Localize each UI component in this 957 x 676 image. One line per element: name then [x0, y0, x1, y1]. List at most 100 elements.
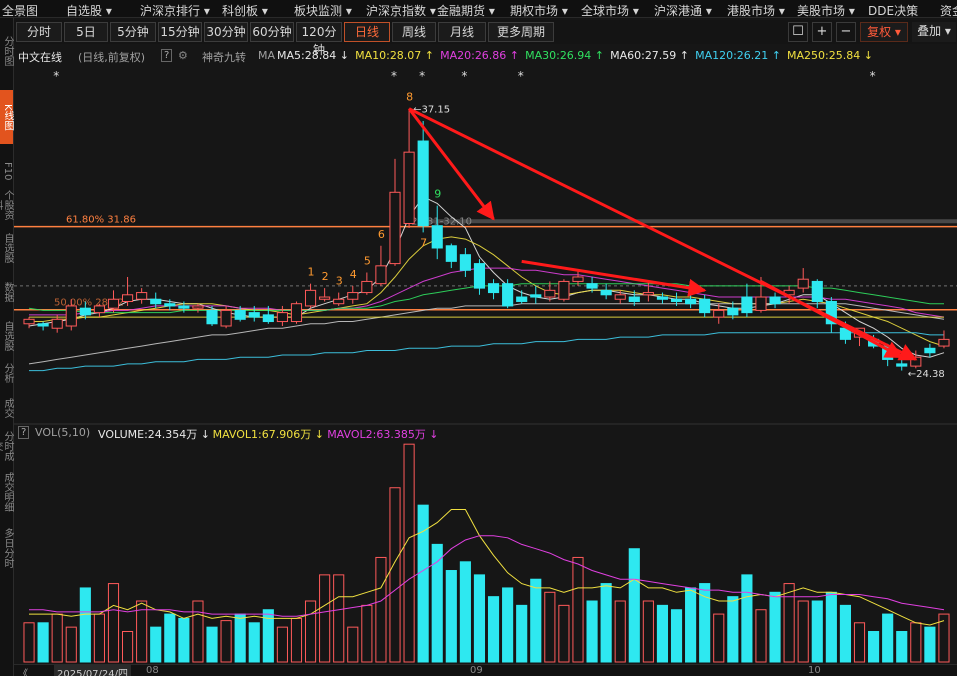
ma-label: MA	[258, 49, 276, 62]
period-tab-0[interactable]: 分时	[16, 22, 62, 42]
low-price-label: ←24.38	[908, 369, 945, 380]
period-tab-4[interactable]: 30分钟	[204, 22, 248, 42]
candle-body	[304, 289, 317, 307]
volume-bar	[670, 609, 683, 663]
period-tab-7[interactable]: 日线	[344, 22, 390, 42]
menu-item-7[interactable]: 期权市场 ▾	[510, 2, 568, 17]
ma-value-4: MA60:27.59 ↑	[610, 49, 690, 62]
volume-bar	[164, 613, 176, 663]
menu-item-2[interactable]: 沪深京排行 ▾	[140, 2, 210, 17]
left-tab-3[interactable]: 个股资料	[0, 186, 13, 224]
cursor-date: 2025/07/24/四	[54, 665, 132, 676]
menu-item-9[interactable]: 沪深港通 ▾	[654, 2, 712, 17]
gear-icon[interactable]: ⚙	[178, 49, 188, 62]
zoom-in-icon[interactable]: +	[812, 22, 832, 42]
volume-bar	[487, 596, 500, 663]
left-tab-10[interactable]: 成交明细	[0, 470, 13, 514]
volume-bar	[572, 556, 584, 663]
menu-item-11[interactable]: 美股市场 ▾	[797, 2, 855, 17]
left-tab-7[interactable]: 分析	[0, 358, 13, 388]
candle-body	[530, 294, 542, 298]
period-tab-9[interactable]: 月线	[438, 22, 486, 42]
volume-bar	[445, 570, 457, 663]
square-icon[interactable]: ☐	[788, 22, 808, 42]
volume-bar	[403, 443, 415, 663]
volume-bar	[516, 604, 528, 663]
overlay-dropdown[interactable]: 叠加 ▾	[912, 22, 956, 42]
period-tab-6[interactable]: 120分钟	[296, 22, 342, 57]
help-icon[interactable]: ?	[161, 49, 173, 62]
volume-bar	[896, 631, 908, 663]
kline-chart[interactable]: 61.80% 31.8650.00% 28.9229.31-32.101 2 345…	[14, 62, 957, 664]
period-tab-10[interactable]: 更多周期	[488, 22, 554, 42]
left-tab-9[interactable]: 分时成交	[0, 428, 13, 464]
volume-bar	[206, 626, 218, 663]
volume-bar	[628, 548, 640, 663]
candle-body	[192, 305, 204, 309]
candle-body	[459, 254, 471, 271]
candle-body	[896, 363, 908, 367]
candle-body	[333, 298, 345, 305]
menu-item-12[interactable]: DDE决策	[868, 2, 918, 17]
left-tab-0[interactable]: 分时图	[0, 22, 13, 80]
ma-line-MA120	[29, 332, 944, 372]
volume-bar	[600, 583, 612, 663]
nine-turn-number: 9	[434, 188, 441, 201]
left-tab-11[interactable]: 多日分时	[0, 518, 13, 578]
candle-body	[290, 303, 303, 323]
ma-line-MA10	[29, 236, 945, 347]
volume-bar	[783, 583, 795, 663]
period-tab-2[interactable]: 5分钟	[110, 22, 156, 42]
ma-value-0: MA5:28.84 ↓	[277, 49, 349, 62]
menu-item-4[interactable]: 板块监测 ▾	[294, 2, 352, 17]
menu-item-5[interactable]: 沪深京指数 ▾	[366, 2, 436, 17]
volume-bar	[741, 574, 753, 663]
volume-bar	[93, 613, 105, 663]
left-tab-5[interactable]: 数据	[0, 272, 13, 312]
period-tab-1[interactable]: 5日	[64, 22, 108, 42]
menu-item-3[interactable]: 科创板 ▾	[222, 2, 268, 17]
candle-body	[656, 296, 669, 300]
period-tab-5[interactable]: 60分钟	[250, 22, 294, 42]
menu-item-0[interactable]: 全景图	[2, 2, 38, 17]
volume-bar	[79, 587, 91, 663]
volume-bar	[23, 622, 35, 663]
candle-body	[670, 298, 683, 302]
period-tab-8[interactable]: 周线	[392, 22, 436, 42]
menu-item-1[interactable]: 自选股 ▾	[66, 2, 112, 17]
candle-body	[417, 140, 429, 227]
candle-body	[544, 289, 556, 298]
left-tab-6[interactable]: 自选股	[0, 318, 13, 354]
scroll-left-icon[interactable]: 《	[18, 665, 28, 676]
candle-body	[403, 151, 415, 224]
volume-bar	[150, 626, 162, 663]
fuquan-dropdown[interactable]: 复权 ▾	[860, 22, 908, 42]
volume-bar	[614, 600, 626, 663]
candle-body	[600, 289, 612, 296]
volume-bar	[122, 631, 134, 663]
month-08: 08	[146, 665, 159, 676]
menu-item-8[interactable]: 全球市场 ▾	[581, 2, 639, 17]
left-tab-4[interactable]: 自选股	[0, 228, 13, 268]
candle-body	[276, 312, 288, 323]
ma-value-1: MA10:28.07 ↑	[355, 49, 435, 62]
menu-item-10[interactable]: 港股市场 ▾	[727, 2, 785, 17]
candle-body	[79, 307, 91, 316]
period-tab-3[interactable]: 15分钟	[158, 22, 202, 42]
month-10: 10	[808, 665, 821, 676]
volume-bar	[290, 617, 303, 663]
event-marker: *	[518, 69, 524, 83]
event-marker: *	[391, 69, 397, 83]
menu-item-6[interactable]: 金融期货 ▾	[437, 2, 495, 17]
menu-item-13[interactable]: 资金	[940, 2, 957, 17]
candle-body	[150, 298, 162, 305]
volume-bar	[347, 626, 359, 663]
left-tab-8[interactable]: 成交	[0, 392, 13, 424]
volume-bar	[713, 613, 725, 663]
candle-body	[755, 296, 767, 311]
left-tab-2[interactable]: F10	[0, 160, 13, 182]
volume-bar	[910, 622, 922, 663]
left-tab-1[interactable]: K线图	[0, 90, 13, 144]
candle-body	[361, 280, 373, 294]
zoom-out-icon[interactable]: −	[836, 22, 856, 42]
